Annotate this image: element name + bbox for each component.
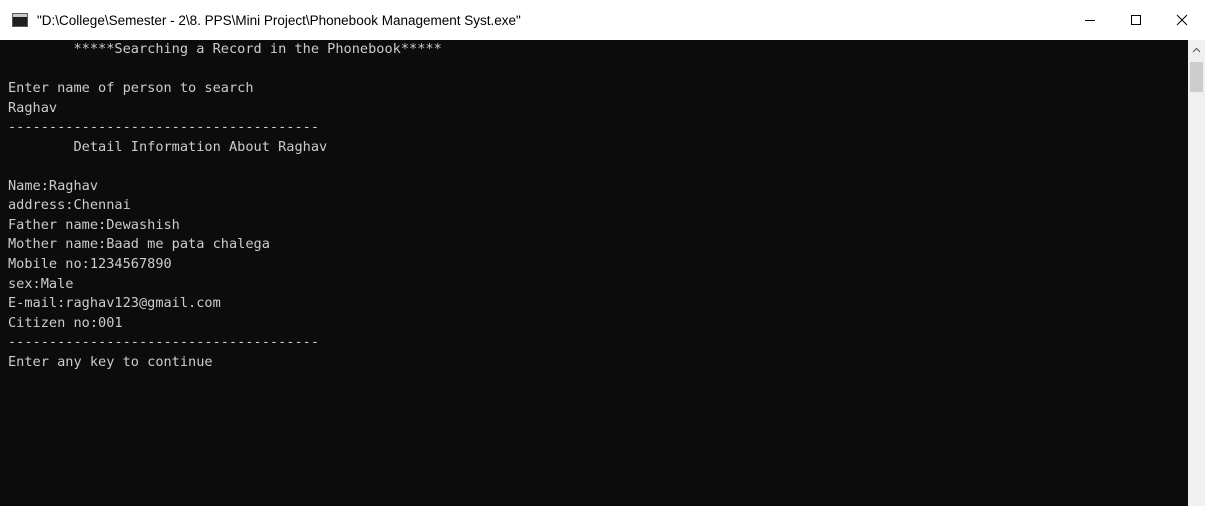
title-bar[interactable]: "D:\College\Semester - 2\8. PPS\Mini Pro…	[0, 0, 1205, 40]
scrollbar-thumb[interactable]	[1190, 62, 1203, 92]
scroll-up-arrow-icon	[1192, 47, 1201, 53]
minimize-icon	[1085, 20, 1095, 21]
console-line: Mobile no:1234567890	[8, 256, 172, 273]
console-line: sex:Male	[8, 275, 74, 292]
scroll-up-button[interactable]	[1188, 40, 1205, 60]
console-output[interactable]: *****Searching a Record in the Phonebook…	[0, 40, 1188, 506]
console-line: Mother name:Baad me pata chalega	[8, 236, 270, 253]
console-line: E-mail:raghav123@gmail.com	[8, 295, 221, 312]
console-app-icon[interactable]	[12, 13, 28, 27]
window-title: "D:\College\Semester - 2\8. PPS\Mini Pro…	[37, 12, 521, 28]
maximize-button[interactable]	[1113, 0, 1159, 40]
console-line: Name:Raghav	[8, 177, 99, 194]
minimize-button[interactable]	[1067, 0, 1113, 40]
console-line: --------------------------------------	[8, 334, 319, 351]
console-line: Citizen no:001	[8, 314, 123, 331]
console-window: "D:\College\Semester - 2\8. PPS\Mini Pro…	[0, 0, 1205, 506]
console-line: Enter any key to continue	[8, 353, 213, 370]
window-controls	[1067, 0, 1205, 40]
close-button[interactable]	[1159, 0, 1205, 40]
console-line: Father name:Dewashish	[8, 216, 180, 233]
console-line: Raghav	[8, 99, 58, 116]
close-icon	[1176, 14, 1188, 26]
console-line: Enter name of person to search	[8, 80, 254, 97]
maximize-icon	[1131, 15, 1141, 25]
console-line: --------------------------------------	[8, 119, 319, 136]
console-line: Detail Information About Raghav	[8, 138, 328, 155]
console-line: *****Searching a Record in the Phonebook…	[8, 41, 442, 57]
vertical-scrollbar[interactable]	[1188, 40, 1205, 506]
console-line: address:Chennai	[8, 197, 131, 214]
